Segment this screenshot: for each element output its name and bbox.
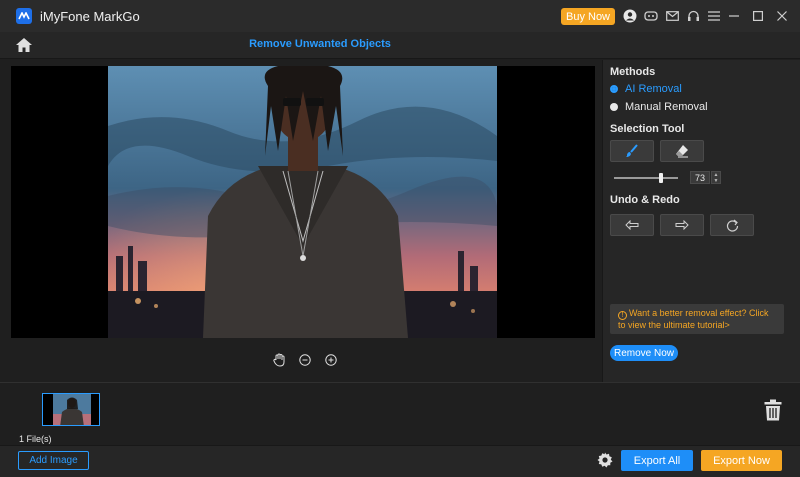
undo-icon xyxy=(625,220,639,230)
zoom-out-icon[interactable] xyxy=(297,352,313,368)
eraser-icon xyxy=(676,145,688,158)
remove-now-button[interactable]: Remove Now xyxy=(610,345,678,361)
app-title: iMyFone MarkGo xyxy=(40,8,140,24)
headset-icon[interactable] xyxy=(685,8,701,24)
menu-icon[interactable] xyxy=(706,8,722,24)
brush-tool-button[interactable] xyxy=(610,140,654,162)
selection-tool-title: Selection Tool xyxy=(610,123,685,135)
discord-icon[interactable] xyxy=(643,8,659,24)
method-manual-removal[interactable]: Manual Removal xyxy=(610,101,708,113)
maximize-icon[interactable] xyxy=(750,8,766,24)
close-icon[interactable] xyxy=(774,8,790,24)
page-header: Remove Unwanted Objects xyxy=(0,32,800,59)
gear-icon[interactable] xyxy=(597,452,613,468)
minimize-icon[interactable] xyxy=(726,8,742,24)
tip-text: Want a better removal effect? Click to v… xyxy=(618,308,769,330)
export-now-button[interactable]: Export Now xyxy=(701,450,782,471)
method-label: AI Removal xyxy=(625,83,682,95)
title-bar: iMyFone MarkGo Buy Now xyxy=(0,0,800,32)
trash-icon[interactable] xyxy=(764,399,782,421)
reset-button[interactable] xyxy=(710,214,754,236)
app-logo-icon xyxy=(16,8,32,24)
method-label: Manual Removal xyxy=(625,101,708,113)
zoom-in-icon[interactable] xyxy=(323,352,339,368)
file-thumbnail[interactable] xyxy=(42,393,100,426)
settings-panel: Methods AI Removal Manual Removal Select… xyxy=(602,60,800,382)
info-icon: ! xyxy=(618,311,627,320)
undo-button[interactable] xyxy=(610,214,654,236)
page-title: Remove Unwanted Objects xyxy=(249,38,391,50)
reset-icon xyxy=(726,219,738,232)
bottom-bar: Add Image Export All Export Now xyxy=(0,445,800,477)
file-count: 1 File(s) xyxy=(19,434,52,444)
undo-redo-title: Undo & Redo xyxy=(610,194,680,206)
redo-button[interactable] xyxy=(660,214,704,236)
tutorial-tip[interactable]: ! Want a better removal effect? Click to … xyxy=(610,304,784,334)
brush-size-stepper[interactable]: ▲ ▼ xyxy=(711,171,721,184)
canvas-area xyxy=(0,60,602,382)
brush-icon xyxy=(626,144,638,157)
slider-thumb[interactable] xyxy=(658,173,663,183)
stepper-down-icon[interactable]: ▼ xyxy=(714,178,719,184)
redo-icon xyxy=(675,220,689,230)
radio-selected-icon xyxy=(610,85,618,93)
export-all-button[interactable]: Export All xyxy=(621,450,693,471)
brush-size-input[interactable]: 73 xyxy=(690,171,710,184)
file-strip: 1 File(s) xyxy=(0,382,800,445)
user-icon[interactable] xyxy=(622,8,638,24)
image-canvas[interactable] xyxy=(11,66,595,338)
buy-now-button[interactable]: Buy Now xyxy=(561,8,615,25)
brush-size-slider[interactable] xyxy=(614,173,678,183)
radio-unselected-icon xyxy=(610,103,618,111)
add-image-button[interactable]: Add Image xyxy=(18,451,89,470)
mail-icon[interactable] xyxy=(664,8,680,24)
eraser-tool-button[interactable] xyxy=(660,140,704,162)
hand-icon[interactable] xyxy=(271,352,287,368)
methods-title: Methods xyxy=(610,66,656,78)
method-ai-removal[interactable]: AI Removal xyxy=(610,83,682,95)
preview-image xyxy=(108,66,497,338)
